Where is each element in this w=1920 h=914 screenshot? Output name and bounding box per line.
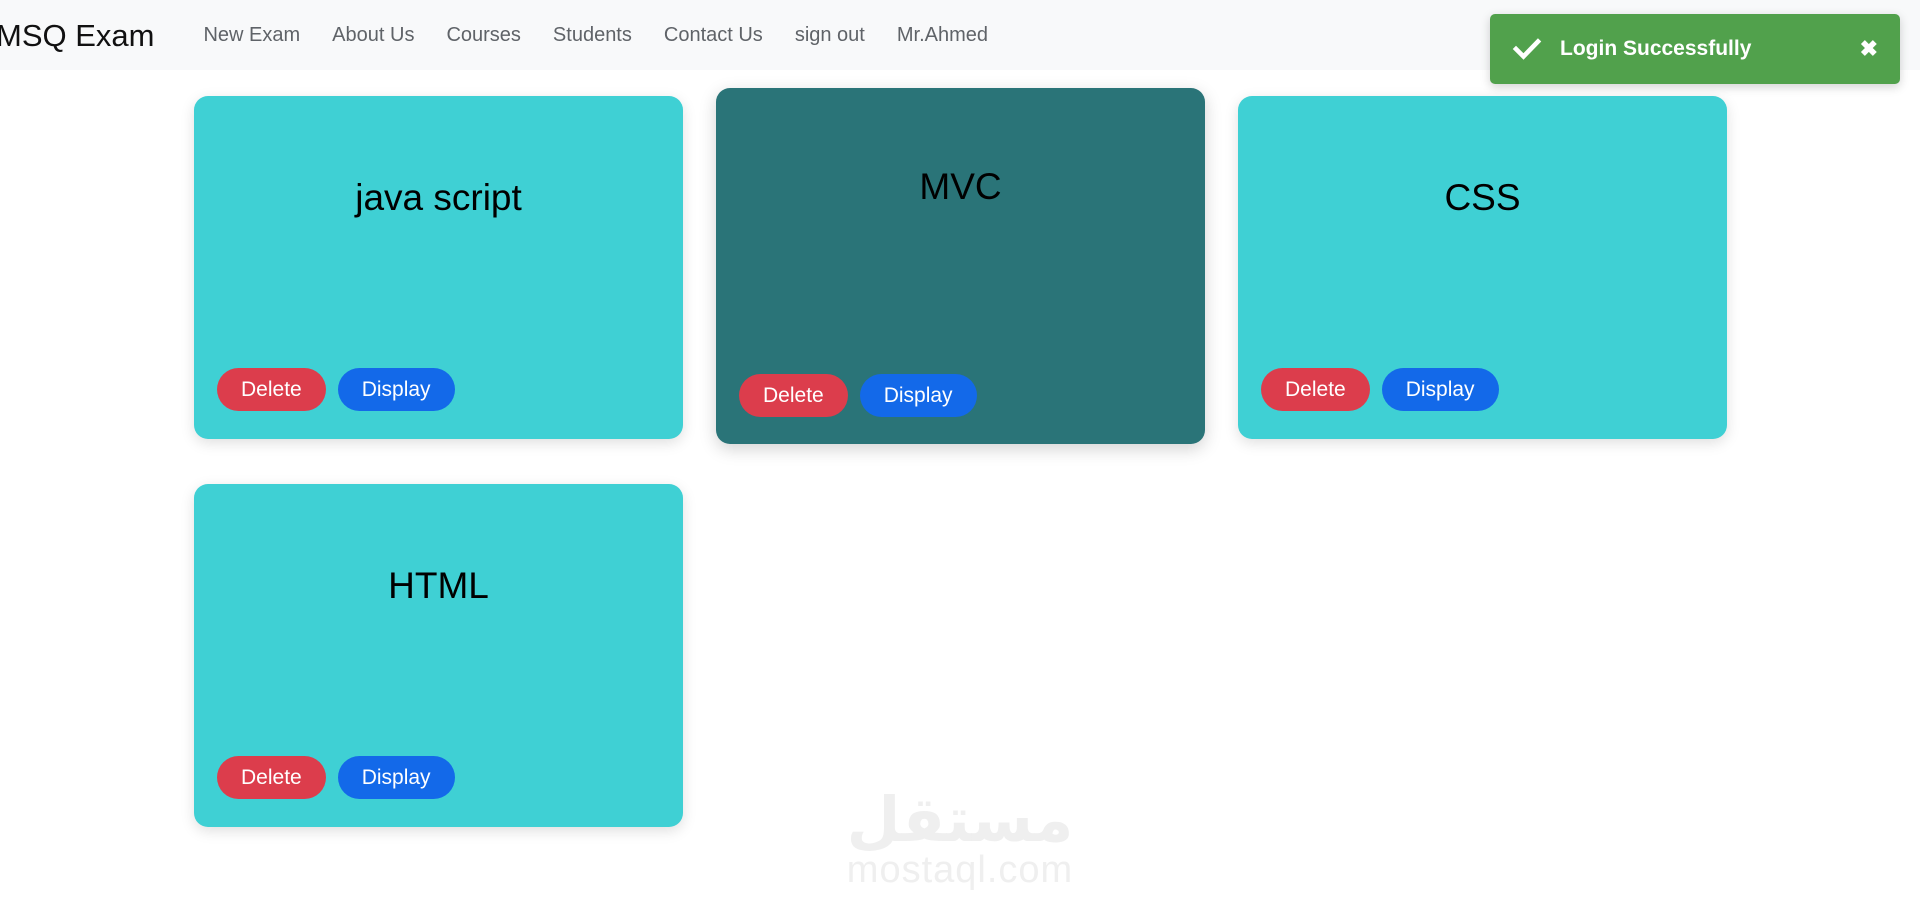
card-actions: Delete Display xyxy=(217,756,455,799)
login-success-toast: Login Successfully ✖ xyxy=(1490,14,1900,84)
nav-link-user-menu[interactable]: Mr.Ahmed xyxy=(881,25,1004,45)
nav-link-courses[interactable]: Courses xyxy=(430,25,536,45)
display-button[interactable]: Display xyxy=(337,368,455,411)
nav-link-new-exam[interactable]: New Exam xyxy=(187,25,316,45)
card-title: HTML xyxy=(388,565,489,606)
delete-button[interactable]: Delete xyxy=(217,756,326,799)
check-icon xyxy=(1512,34,1542,64)
card-actions: Delete Display xyxy=(217,368,455,411)
card-title: CSS xyxy=(1444,177,1521,218)
exam-card-java-script[interactable]: java script Delete Display xyxy=(194,96,683,439)
navbar-links: New Exam About Us Courses Students Conta… xyxy=(187,25,1004,45)
card-actions: Delete Display xyxy=(1261,368,1499,411)
exam-card-css[interactable]: CSS Delete Display xyxy=(1238,96,1727,439)
card-title: java script xyxy=(355,177,522,218)
nav-link-students[interactable]: Students xyxy=(537,25,648,45)
card-title: MVC xyxy=(919,166,1002,207)
delete-button[interactable]: Delete xyxy=(217,368,326,411)
display-button[interactable]: Display xyxy=(859,374,977,417)
navbar-brand[interactable]: MSQ Exam xyxy=(0,20,154,51)
nav-link-about-us[interactable]: About Us xyxy=(316,25,430,45)
delete-button[interactable]: Delete xyxy=(1261,368,1370,411)
exam-card-mvc[interactable]: MVC Delete Display xyxy=(716,88,1205,444)
exam-card-html[interactable]: HTML Delete Display xyxy=(194,484,683,827)
nav-link-contact-us[interactable]: Contact Us xyxy=(648,25,779,45)
nav-link-sign-out[interactable]: sign out xyxy=(779,25,881,45)
toast-message: Login Successfully xyxy=(1560,37,1752,60)
display-button[interactable]: Display xyxy=(337,756,455,799)
card-actions: Delete Display xyxy=(739,374,977,417)
exam-card-grid: java script Delete Display MVC Delete Di… xyxy=(0,70,1920,914)
close-icon[interactable]: ✖ xyxy=(1856,34,1882,64)
display-button[interactable]: Display xyxy=(1381,368,1499,411)
delete-button[interactable]: Delete xyxy=(739,374,848,417)
